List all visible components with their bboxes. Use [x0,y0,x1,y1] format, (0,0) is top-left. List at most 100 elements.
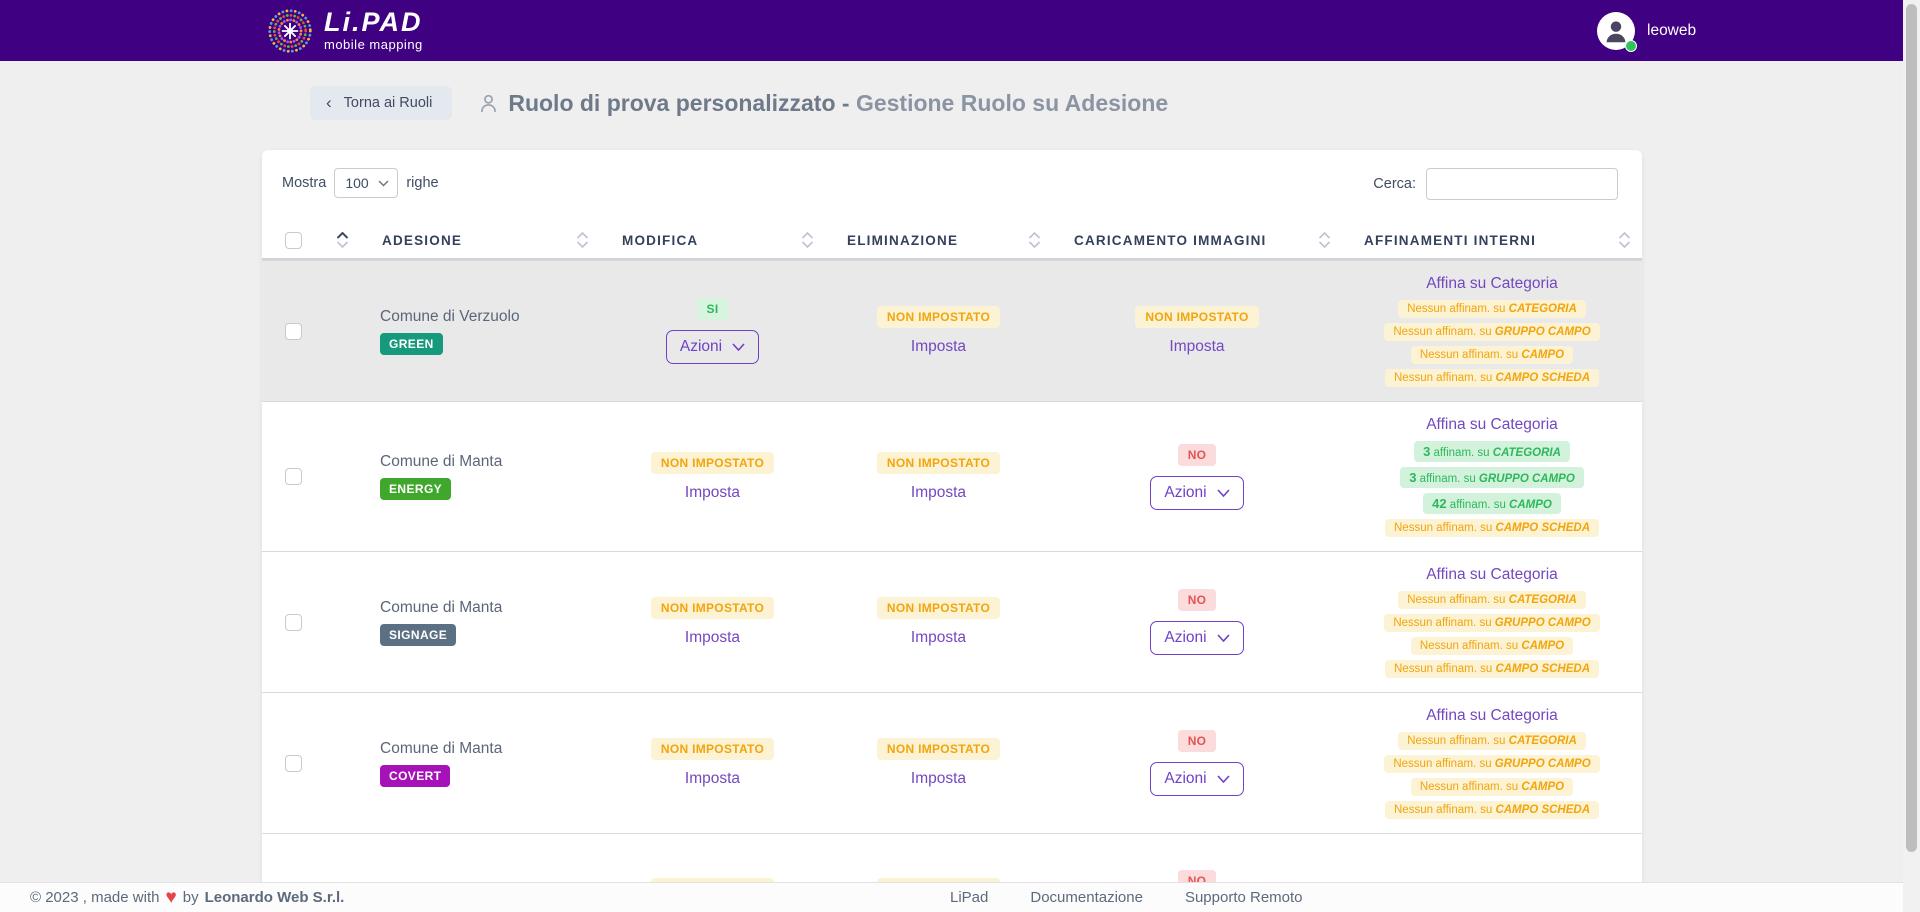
adesione-name: Comune di Manta [380,740,502,758]
affinamento-badge: Nessun affinam. su CAMPO SCHEDA [1385,369,1599,387]
imposta-link[interactable]: Imposta [685,770,740,788]
row-checkbox[interactable] [285,614,302,631]
sort-control[interactable] [1028,232,1041,248]
page-length-control: Mostra 100 righe [282,168,439,198]
azioni-dropdown[interactable]: Azioni [666,330,759,364]
sort-desc-icon [1028,241,1041,248]
affinamento-badge: Nessun affinam. su CATEGORIA [1398,732,1586,750]
azioni-dropdown[interactable]: Azioni [1150,762,1243,796]
sort-control-select[interactable] [336,232,349,248]
header-caricamento-immagini[interactable]: CARICAMENTO IMMAGINI [1052,222,1342,258]
header-adesione[interactable]: ADESIONE [360,222,600,258]
table-row: Comune di Manta ENERGY NON IMPOSTATO Imp… [262,401,1642,551]
affinamento-badge: Nessun affinam. su CAMPO [1411,637,1573,655]
row-checkbox[interactable] [285,323,302,340]
heart-icon: ♥ [165,888,176,907]
sort-control[interactable] [576,232,589,248]
imposta-link[interactable]: Imposta [911,629,966,647]
table-row: Comune di Manta COVERT NON IMPOSTATO Imp… [262,692,1642,833]
rows-per-page-value: 100 [345,175,368,191]
affinamento-badge: Nessun affinam. su CAMPO [1411,346,1573,364]
footer-link-lipad[interactable]: LiPad [950,889,988,906]
status-badge: NON IMPOSTATO [877,738,1000,760]
status-badge: NON IMPOSTATO [1135,306,1258,328]
status-badge: NON IMPOSTATO [651,738,774,760]
status-badge: SI [697,298,729,320]
affinamento-badge: Nessun affinam. su CATEGORIA [1398,300,1586,318]
sort-asc-icon [576,232,589,239]
row-checkbox[interactable] [285,755,302,772]
imposta-link[interactable]: Imposta [1169,338,1224,356]
table-header: ADESIONE MODIFICA ELIMINAZIONE [262,222,1642,260]
page-header: ‹ Torna ai Ruoli Ruolo di prova personal… [310,86,1168,120]
footer-link-supporto-remoto[interactable]: Supporto Remoto [1185,889,1303,906]
affina-categoria-link[interactable]: Affina su Categoria [1426,275,1558,293]
back-to-roles-button[interactable]: ‹ Torna ai Ruoli [310,86,452,120]
affina-categoria-link[interactable]: Affina su Categoria [1426,566,1558,584]
page-title: Ruolo di prova personalizzato - Gestione… [508,90,1168,117]
user-menu[interactable]: leoweb [1597,0,1696,61]
status-badge: NON IMPOSTATO [877,452,1000,474]
footer-links: LiPad Documentazione Supporto Remoto [950,889,1303,906]
chevron-down-icon [1217,489,1230,497]
affinamento-badge: Nessun affinam. su GRUPPO CAMPO [1384,614,1599,632]
sort-asc-icon [1318,232,1331,239]
affinamento-badge: 42 affinam. su CAMPO [1423,493,1561,514]
back-button-label: Torna ai Ruoli [344,95,433,111]
imposta-link[interactable]: Imposta [685,629,740,647]
header-eliminazione[interactable]: ELIMINAZIONE [825,222,1052,258]
sort-desc-icon [801,241,814,248]
affina-categoria-link[interactable]: Affina su Categoria [1426,416,1558,434]
roles-table-card: Mostra 100 righe Cerca: [262,150,1642,912]
affinamento-badge: Nessun affinam. su CAMPO SCHEDA [1385,519,1599,537]
affinamento-badge: Nessun affinam. su GRUPPO CAMPO [1384,323,1599,341]
sort-asc-icon [336,232,349,239]
select-all-checkbox[interactable] [285,232,302,249]
search-input[interactable] [1426,168,1618,200]
header-modifica[interactable]: MODIFICA [600,222,825,258]
imposta-link[interactable]: Imposta [911,338,966,356]
chevron-down-icon [378,180,389,187]
adesione-name: Comune di Manta [380,453,502,471]
logo[interactable]: Li.PAD mobile mapping [266,7,423,55]
status-badge: NO [1178,589,1217,611]
username: leoweb [1647,22,1696,40]
role-person-icon [478,93,499,114]
adesione-tag: SIGNAGE [380,624,456,646]
sort-asc-icon [1028,232,1041,239]
status-badge: NON IMPOSTATO [651,452,774,474]
affinamento-badge: Nessun affinam. su CAMPO [1411,778,1573,796]
imposta-link[interactable]: Imposta [911,770,966,788]
scrollbar[interactable] [1903,0,1920,912]
azioni-dropdown[interactable]: Azioni [1150,476,1243,510]
chevron-down-icon [1217,634,1230,642]
footer-link-documentazione[interactable]: Documentazione [1030,889,1143,906]
sort-desc-icon [576,241,589,248]
adesione-tag: COVERT [380,765,450,787]
sort-control[interactable] [801,232,814,248]
header-affinamenti-interni[interactable]: AFFINAMENTI INTERNI [1342,222,1642,258]
scrollbar-thumb[interactable] [1906,4,1917,852]
sort-control[interactable] [1318,232,1331,248]
logo-icon [266,7,314,55]
search-label: Cerca: [1373,176,1416,192]
search-control: Cerca: [1373,168,1618,200]
affina-categoria-link[interactable]: Affina su Categoria [1426,707,1558,725]
affinamento-badge: 3 affinam. su GRUPPO CAMPO [1400,467,1584,488]
sort-control[interactable] [1618,232,1631,248]
sort-desc-icon [336,241,349,248]
table-row: Comune di Verzuolo GREEN SI Azioni NON I… [262,260,1642,401]
status-badge: NO [1178,444,1217,466]
azioni-dropdown[interactable]: Azioni [1150,621,1243,655]
adesione-name: Comune di Manta [380,599,502,617]
adesione-name: Comune di Verzuolo [380,308,520,326]
sort-asc-icon [801,232,814,239]
row-checkbox[interactable] [285,468,302,485]
status-badge: NON IMPOSTATO [877,306,1000,328]
header-select-column [262,222,360,258]
length-label-after: righe [406,175,438,191]
rows-per-page-select[interactable]: 100 [334,168,398,198]
adesione-tag: ENERGY [380,478,451,500]
imposta-link[interactable]: Imposta [911,484,966,502]
imposta-link[interactable]: Imposta [685,484,740,502]
